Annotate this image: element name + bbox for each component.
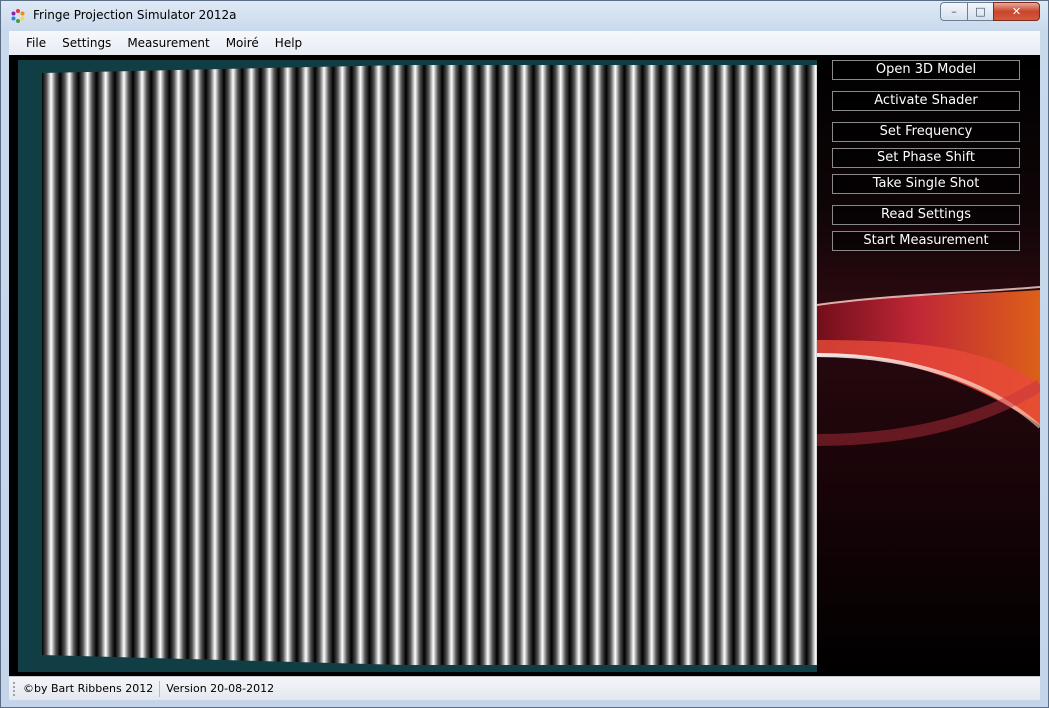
take-single-shot-button[interactable]: Take Single Shot — [832, 174, 1020, 194]
status-bar: ©by Bart Ribbens 2012 Version 20-08-2012 — [9, 676, 1040, 700]
read-settings-button[interactable]: Read Settings — [832, 205, 1020, 225]
window-title: Fringe Projection Simulator 2012a — [33, 8, 237, 22]
status-version: Version 20-08-2012 — [166, 682, 275, 695]
start-measurement-button[interactable]: Start Measurement — [832, 231, 1020, 251]
main-window: Fringe Projection Simulator 2012a – □ ✕ … — [0, 0, 1049, 708]
activate-shader-button[interactable]: Activate Shader — [832, 91, 1020, 111]
set-frequency-button[interactable]: Set Frequency — [832, 122, 1020, 142]
menu-help[interactable]: Help — [267, 31, 310, 55]
close-icon: ✕ — [1011, 5, 1022, 18]
menu-moire[interactable]: Moiré — [218, 31, 267, 55]
menu-file[interactable]: File — [18, 31, 54, 55]
caption-buttons: – □ ✕ — [940, 2, 1040, 21]
status-copyright: ©by Bart Ribbens 2012 — [23, 682, 154, 695]
menu-bar: File Settings Measurement Moiré Help — [9, 31, 1040, 55]
minimize-button[interactable]: – — [940, 2, 967, 21]
minimize-icon: – — [951, 5, 957, 18]
render-viewport[interactable] — [18, 60, 818, 672]
title-bar[interactable]: Fringe Projection Simulator 2012a – □ ✕ — [1, 1, 1048, 31]
maximize-icon: □ — [975, 5, 986, 18]
menu-measurement[interactable]: Measurement — [119, 31, 217, 55]
app-icon — [11, 9, 25, 23]
menu-settings[interactable]: Settings — [54, 31, 119, 55]
maximize-button[interactable]: □ — [967, 2, 993, 21]
close-button[interactable]: ✕ — [993, 2, 1040, 21]
set-phase-shift-button[interactable]: Set Phase Shift — [832, 148, 1020, 168]
fringe-pattern — [42, 65, 818, 665]
open-3d-model-button[interactable]: Open 3D Model — [832, 60, 1020, 80]
